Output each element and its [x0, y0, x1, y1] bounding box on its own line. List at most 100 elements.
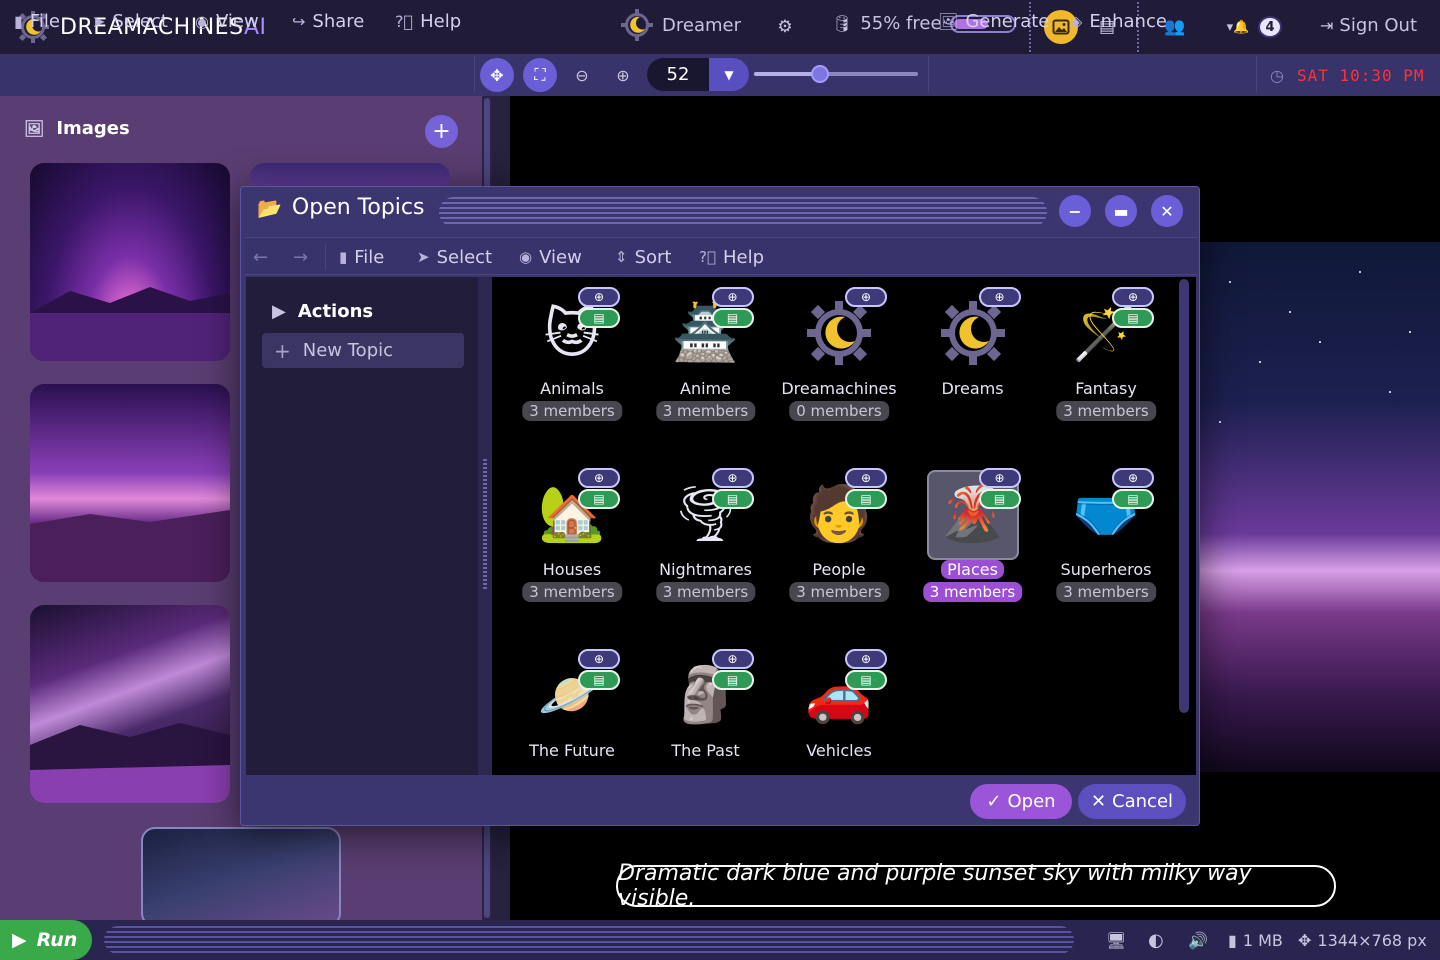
globe-icon[interactable]: ⊕: [845, 649, 887, 669]
gallery-thumbnail-selected[interactable]: [141, 827, 341, 920]
gallery-thumbnail[interactable]: [30, 384, 230, 582]
generate-button[interactable]: 🖼 Generate: [938, 0, 1049, 42]
maximize-button[interactable]: ▬: [1105, 195, 1137, 227]
menu-help[interactable]: ?⃝ Help: [395, 0, 461, 42]
topic-item[interactable]: 🐱 ⊕ ▤ Animals 3 members: [512, 287, 632, 457]
topic-item[interactable]: 🧑 ⊕ ▤ People 3 members: [779, 468, 899, 638]
globe-icon[interactable]: ⊕: [978, 468, 1021, 488]
table-icon[interactable]: ▤: [1112, 308, 1154, 328]
topic-member-count: 3 members: [522, 401, 622, 421]
user-menu[interactable]: Dreamer: [620, 8, 741, 42]
zoom-out-button[interactable]: ⊖: [565, 58, 599, 92]
topic-item[interactable]: 🪐 ⊕ ▤ The Future: [512, 649, 632, 775]
topic-item[interactable]: 🏡 ⊕ ▤ Houses 3 members: [512, 468, 632, 638]
chevron-down-icon[interactable]: ▼: [709, 58, 749, 91]
zoom-select[interactable]: 52 ▼: [647, 58, 749, 91]
topic-item[interactable]: 🗿 ⊕ ▤ The Past: [646, 649, 766, 775]
topic-member-count: 3 members: [655, 401, 756, 421]
globe-icon[interactable]: ⊕: [1112, 468, 1154, 488]
image-icon: [1052, 19, 1070, 35]
display-icon[interactable]: 🖥: [1106, 920, 1126, 960]
dialog-menu-select[interactable]: ➤ Select: [417, 238, 492, 276]
menu-select[interactable]: ➤ Select: [92, 0, 168, 42]
cancel-button[interactable]: ✕ Cancel: [1078, 784, 1186, 819]
topic-name: Animals: [540, 379, 604, 398]
gallery-thumbnail[interactable]: [30, 605, 230, 803]
add-image-button[interactable]: +: [425, 115, 458, 148]
topic-member-count: 0 members: [789, 401, 889, 421]
topic-name: Fantasy: [1075, 379, 1137, 398]
zoom-in-button[interactable]: ⊕: [606, 58, 640, 92]
plus-icon: +: [432, 119, 451, 144]
topic-grid-scrollbar[interactable]: [1179, 279, 1189, 713]
back-arrow-icon[interactable]: ←: [253, 238, 268, 276]
topic-item[interactable]: 🌪 ⊕ ▤ Nightmares 3 members: [646, 468, 766, 638]
move-tool-button[interactable]: ✥: [480, 58, 514, 92]
dialog-drag-handle[interactable]: [439, 197, 1047, 227]
globe-icon[interactable]: ⊕: [711, 468, 754, 488]
minimize-icon: −: [1068, 201, 1082, 221]
notification-badge: 4: [1258, 16, 1282, 38]
table-icon[interactable]: ▤: [578, 489, 620, 509]
dialog-menu-view[interactable]: ◉ View: [519, 238, 582, 276]
globe-icon[interactable]: ⊕: [845, 468, 887, 488]
status-bar: [0, 920, 1440, 960]
globe-icon[interactable]: ⊕: [845, 287, 887, 307]
dialog-menu-help[interactable]: ?⃝ Help: [699, 238, 764, 276]
enhance-button[interactable]: ◈ Enhance: [1070, 0, 1167, 42]
topic-grid: 🐱 ⊕ ▤ Animals 3 members 🏯 ⊕ ▤ Anime 3 members ⊕ Dre…: [492, 277, 1196, 775]
forward-arrow-icon[interactable]: →: [293, 238, 308, 276]
table-icon[interactable]: ▤: [845, 670, 887, 690]
fit-screen-button[interactable]: ⛶: [523, 58, 557, 92]
menu-file[interactable]: ▮ File: [14, 0, 60, 42]
topic-item[interactable]: 🏯 ⊕ ▤ Anime 3 members: [646, 287, 766, 457]
zoom-slider-handle[interactable]: [811, 65, 829, 83]
splitter-grip[interactable]: [483, 459, 487, 591]
topic-item[interactable]: 🌋 ⊕ ▤ Places 3 members: [913, 468, 1033, 638]
zoom-slider[interactable]: [754, 65, 918, 83]
globe-icon[interactable]: ⊕: [711, 649, 754, 669]
volume-icon[interactable]: 🔊: [1188, 920, 1208, 960]
table-icon[interactable]: ▤: [578, 670, 620, 690]
globe-icon[interactable]: ⊕: [578, 649, 620, 669]
notifications-dropdown-icon[interactable]: ▾🔔: [1224, 14, 1252, 40]
run-button[interactable]: ▶ Run: [0, 920, 92, 960]
table-icon[interactable]: ▤: [711, 670, 754, 690]
table-icon[interactable]: ▤: [711, 308, 754, 328]
sign-out-button[interactable]: ⇥ Sign Out: [1320, 15, 1417, 36]
globe-icon[interactable]: ⊕: [578, 287, 620, 307]
table-icon[interactable]: ▤: [845, 489, 887, 509]
table-icon[interactable]: ▤: [711, 489, 754, 509]
close-button[interactable]: ✕: [1151, 195, 1183, 227]
globe-icon[interactable]: ⊕: [978, 287, 1021, 307]
menu-share[interactable]: ↪ Share: [292, 0, 364, 42]
open-button[interactable]: ✓ Open: [970, 784, 1072, 819]
enhance-label: Enhance: [1089, 10, 1167, 32]
dialog-menu-sort[interactable]: ⇕ Sort: [615, 238, 671, 276]
run-label: Run: [36, 929, 78, 951]
new-topic-button[interactable]: + New Topic: [262, 333, 464, 368]
topic-item[interactable]: ⊕ Dreamachines 0 members: [779, 287, 899, 457]
topic-name: Nightmares: [659, 560, 752, 579]
topic-item[interactable]: ⊕ Dreams: [913, 287, 1033, 457]
help-icon: ?⃝: [395, 11, 414, 31]
table-icon[interactable]: ▤: [578, 308, 620, 328]
topic-item[interactable]: 🚗 ⊕ ▤ Vehicles: [779, 649, 899, 775]
clock-time: SAT 10:30 PM: [1296, 65, 1425, 85]
gallery-thumbnail[interactable]: [30, 163, 230, 361]
settings-gear-icon[interactable]: ⚙: [772, 14, 798, 40]
generate-label: Generate: [965, 10, 1050, 32]
globe-icon[interactable]: ⊕: [1112, 287, 1154, 307]
contrast-icon[interactable]: ◐: [1148, 920, 1164, 960]
globe-icon[interactable]: ⊕: [711, 287, 754, 307]
menu-view[interactable]: ◉ View: [195, 0, 259, 42]
zoom-value[interactable]: 52: [647, 64, 709, 85]
topic-item[interactable]: 🩲 ⊕ ▤ Superheros 3 members: [1046, 468, 1166, 638]
dialog-menu-file[interactable]: ▮ File: [339, 238, 384, 276]
minimize-button[interactable]: −: [1059, 195, 1091, 227]
table-icon[interactable]: ▤: [1112, 489, 1154, 509]
globe-icon[interactable]: ⊕: [578, 468, 620, 488]
file-icon: ▮: [1228, 930, 1237, 950]
topic-item[interactable]: 🪄 ⊕ ▤ Fantasy 3 members: [1046, 287, 1166, 457]
table-icon[interactable]: ▤: [978, 489, 1021, 509]
